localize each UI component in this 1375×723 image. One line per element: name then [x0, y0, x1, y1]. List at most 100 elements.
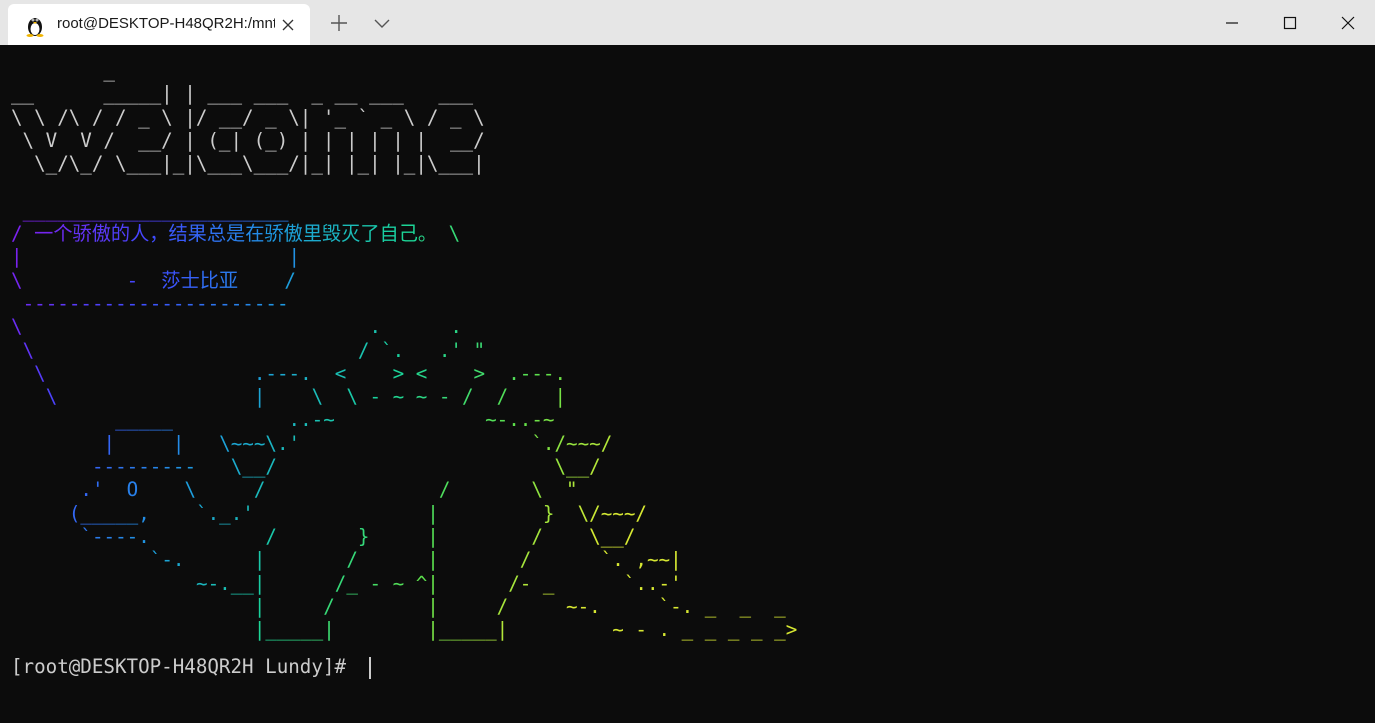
art-char: _ [612, 524, 624, 548]
art-char [566, 572, 578, 595]
art-char [416, 618, 428, 641]
art-char [196, 245, 208, 268]
art-char: - [91, 455, 104, 479]
art-char [138, 385, 150, 408]
terminal-tab[interactable]: root@DESKTOP-H48QR2H:/mnt [8, 4, 310, 45]
art-char [404, 339, 416, 362]
art-char: } [542, 501, 555, 525]
art-char [69, 339, 81, 362]
art-char: - [103, 455, 116, 479]
art-char [289, 455, 301, 478]
art-char [566, 548, 578, 571]
art-char [450, 595, 462, 618]
art-char [554, 618, 566, 641]
art-char [601, 595, 613, 618]
art-char: ' [288, 431, 301, 455]
art-char [242, 385, 254, 408]
art-char: _ [600, 524, 613, 548]
art-line: \ / `. .' " [11, 339, 1371, 362]
art-char [393, 478, 405, 501]
art-char: - [531, 361, 543, 385]
art-char [265, 478, 277, 501]
art-char: ， [149, 222, 169, 246]
art-char: _ [115, 198, 127, 222]
art-char [612, 595, 624, 618]
art-char [196, 548, 208, 571]
art-char: 。 [417, 222, 438, 246]
art-char [46, 455, 58, 478]
art-char: / [589, 455, 601, 479]
art-char [250, 269, 262, 292]
art-char [219, 245, 231, 268]
art-char [323, 385, 335, 408]
art-char: | [427, 548, 439, 572]
close-window-button[interactable] [1319, 0, 1375, 45]
art-char [219, 455, 231, 478]
art-char: - [496, 408, 509, 432]
art-char [369, 502, 381, 525]
art-char [300, 525, 312, 548]
art-char: > [473, 361, 486, 385]
art-char [265, 572, 277, 595]
art-char [34, 385, 46, 408]
art-char [150, 478, 162, 501]
art-line [11, 175, 1371, 198]
art-char [543, 455, 555, 478]
terminal-area[interactable]: _ __ _____| | ___ ___ _ __ ___ ___ \ \ /\ … [0, 45, 1375, 723]
art-char [34, 572, 46, 595]
art-char [115, 432, 127, 455]
art-char [485, 595, 497, 618]
art-char [312, 525, 324, 548]
art-char [231, 618, 243, 641]
art-char [92, 245, 104, 268]
art-char [242, 315, 254, 338]
art-char [46, 572, 58, 595]
art-char: _ [115, 408, 127, 432]
art-char [69, 315, 81, 338]
art-char [11, 432, 23, 455]
chevron-down-icon[interactable] [373, 17, 391, 29]
art-char [566, 502, 578, 525]
art-char [277, 408, 289, 431]
art-char [57, 618, 69, 641]
art-char: / [346, 548, 358, 572]
art-char: | [427, 594, 439, 618]
minimize-button[interactable] [1203, 0, 1261, 45]
art-char: - [103, 524, 116, 548]
art-char: ^ [415, 571, 428, 595]
art-char [450, 362, 462, 385]
art-char [277, 339, 289, 362]
art-char [450, 502, 462, 525]
art-char: - [91, 291, 104, 315]
art-char [427, 408, 439, 431]
art-char: _ [774, 594, 786, 618]
art-char [34, 315, 46, 338]
art-char: | [288, 245, 301, 269]
art-char [462, 362, 474, 385]
art-line: __ _____| | ___ ___ _ __ ___ ___ [11, 82, 474, 106]
art-char [358, 478, 370, 501]
art-char: - [126, 455, 139, 479]
art-char: ~ [623, 501, 636, 525]
art-char [716, 618, 728, 641]
art-char [485, 502, 497, 525]
new-tab-icon[interactable] [330, 14, 348, 32]
art-char: _ [68, 198, 81, 222]
art-char [335, 408, 347, 431]
art-char [474, 572, 486, 595]
art-char [34, 408, 46, 431]
maximize-button[interactable] [1261, 0, 1319, 45]
art-char [439, 525, 451, 548]
art-char: 个 [53, 222, 73, 246]
art-char [161, 572, 173, 595]
art-char [11, 548, 23, 571]
linux-penguin-icon [26, 18, 44, 37]
art-char [450, 525, 462, 548]
art-char: _ [704, 594, 717, 618]
close-tab-icon[interactable] [280, 17, 296, 33]
art-char [335, 525, 347, 548]
art-char [323, 572, 335, 595]
art-char [647, 595, 659, 618]
art-char: _ [751, 618, 763, 642]
art-char [208, 525, 220, 548]
